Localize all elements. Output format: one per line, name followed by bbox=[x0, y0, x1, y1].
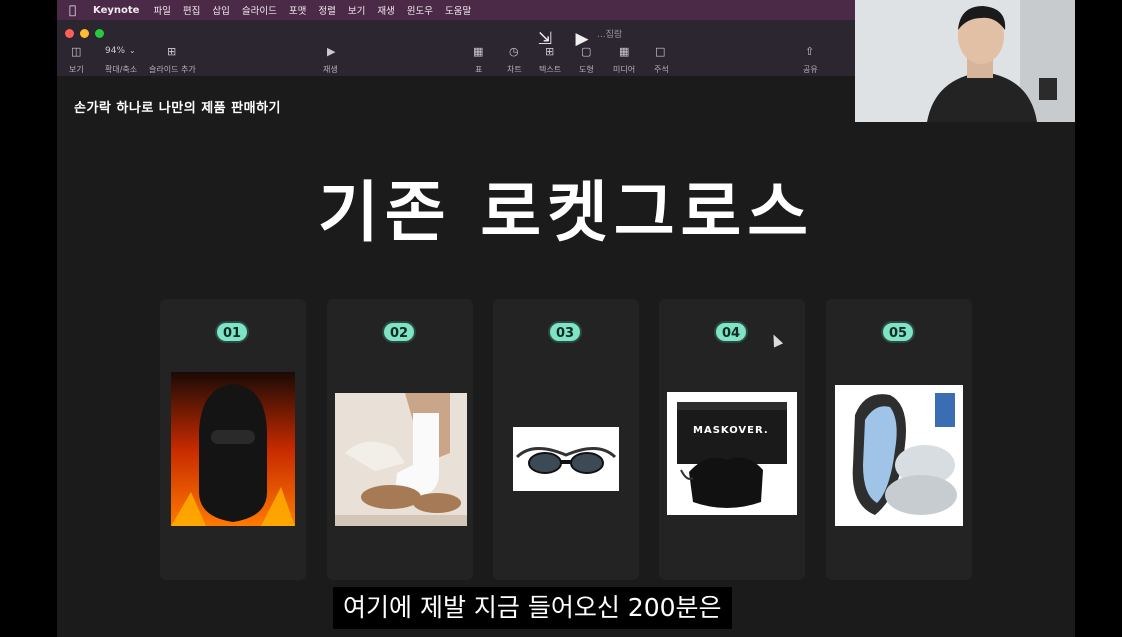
card-number: 01 bbox=[215, 321, 249, 343]
media-button[interactable]: 미디어 bbox=[613, 64, 635, 75]
product-image-socks bbox=[335, 393, 467, 526]
text-button[interactable]: 텍스트 bbox=[539, 64, 561, 75]
menu-slide[interactable]: 슬라이드 bbox=[242, 3, 277, 17]
chart-icon[interactable]: ◷ bbox=[509, 45, 519, 58]
play-icon[interactable]: ▶ bbox=[327, 45, 335, 58]
media-icon[interactable]: ▦ bbox=[619, 45, 629, 58]
view-icon[interactable]: ◫ bbox=[71, 45, 81, 58]
menu-window[interactable]: 윈도우 bbox=[407, 3, 433, 17]
apple-icon[interactable]:  bbox=[69, 3, 83, 17]
share-button[interactable]: 공유 bbox=[803, 64, 818, 75]
card-number: 04 bbox=[714, 321, 748, 343]
menu-insert[interactable]: 삽입 bbox=[212, 3, 229, 17]
slide-canvas[interactable]: 손가락 하나로 나만의 제품 판매하기 기존 로켓그로스 01 02 03 04… bbox=[57, 77, 1075, 637]
view-button[interactable]: 보기 bbox=[69, 64, 84, 75]
menu-app-name[interactable]: Keynote bbox=[93, 5, 139, 16]
card-number: 02 bbox=[382, 321, 416, 343]
product-card[interactable]: 01 bbox=[160, 299, 306, 580]
mask-box-label: MASKOVER. bbox=[693, 425, 769, 436]
add-slide-icon[interactable]: ⊞ bbox=[167, 45, 176, 58]
zoom-window-button[interactable] bbox=[95, 29, 104, 38]
card-number: 05 bbox=[881, 321, 915, 343]
table-button[interactable]: 표 bbox=[475, 64, 482, 75]
menu-help[interactable]: 도움말 bbox=[445, 3, 471, 17]
card-number: 03 bbox=[548, 321, 582, 343]
shape-icon[interactable]: ▢ bbox=[581, 45, 591, 58]
zoom-button[interactable]: 확대/축소 bbox=[105, 64, 137, 75]
menu-edit[interactable]: 편집 bbox=[183, 3, 200, 17]
product-image-mask: MASKOVER. bbox=[667, 392, 797, 515]
chevron-down-icon[interactable]: ⌄ bbox=[129, 46, 136, 55]
product-card[interactable]: 05 bbox=[826, 299, 972, 580]
menu-format[interactable]: 포맷 bbox=[289, 3, 306, 17]
slide-title: 기존 로켓그로스 bbox=[317, 174, 815, 251]
document-title: ...집람 bbox=[597, 30, 623, 40]
add-slide-button[interactable]: 슬라이드 추가 bbox=[149, 64, 196, 75]
product-card[interactable]: 04 MASKOVER. bbox=[659, 299, 805, 580]
menu-file[interactable]: 파일 bbox=[153, 3, 170, 17]
text-icon[interactable]: ⊞ bbox=[545, 45, 554, 58]
share-icon[interactable]: ⇧ bbox=[805, 45, 814, 58]
shape-button[interactable]: 도형 bbox=[579, 64, 594, 75]
play-button[interactable]: 재생 bbox=[323, 64, 338, 75]
menu-arrange[interactable]: 정렬 bbox=[318, 3, 335, 17]
comment-button[interactable]: 주석 bbox=[654, 64, 669, 75]
product-card[interactable]: 02 bbox=[327, 299, 473, 580]
product-image-goggles bbox=[513, 427, 619, 491]
zoom-value[interactable]: 94% bbox=[105, 46, 125, 56]
window-controls bbox=[65, 29, 104, 38]
screen-right-margin bbox=[1075, 0, 1122, 637]
product-card[interactable]: 03 bbox=[493, 299, 639, 580]
screen-left-margin bbox=[0, 0, 57, 637]
table-icon[interactable]: ▦ bbox=[473, 45, 483, 58]
product-image-insoles bbox=[835, 385, 963, 526]
minimize-window-button[interactable] bbox=[80, 29, 89, 38]
slide-kicker: 손가락 하나로 나만의 제품 판매하기 bbox=[74, 101, 282, 116]
product-image-balaclava bbox=[171, 372, 295, 526]
comment-icon[interactable]: □ bbox=[655, 45, 665, 58]
menu-view[interactable]: 보기 bbox=[348, 3, 365, 17]
close-window-button[interactable] bbox=[65, 29, 74, 38]
webcam-overlay bbox=[855, 0, 1075, 122]
menu-play[interactable]: 재생 bbox=[377, 3, 394, 17]
video-subtitle: 여기에 제발 지금 들어오신 200분은 bbox=[333, 587, 732, 629]
chart-button[interactable]: 차트 bbox=[507, 64, 522, 75]
